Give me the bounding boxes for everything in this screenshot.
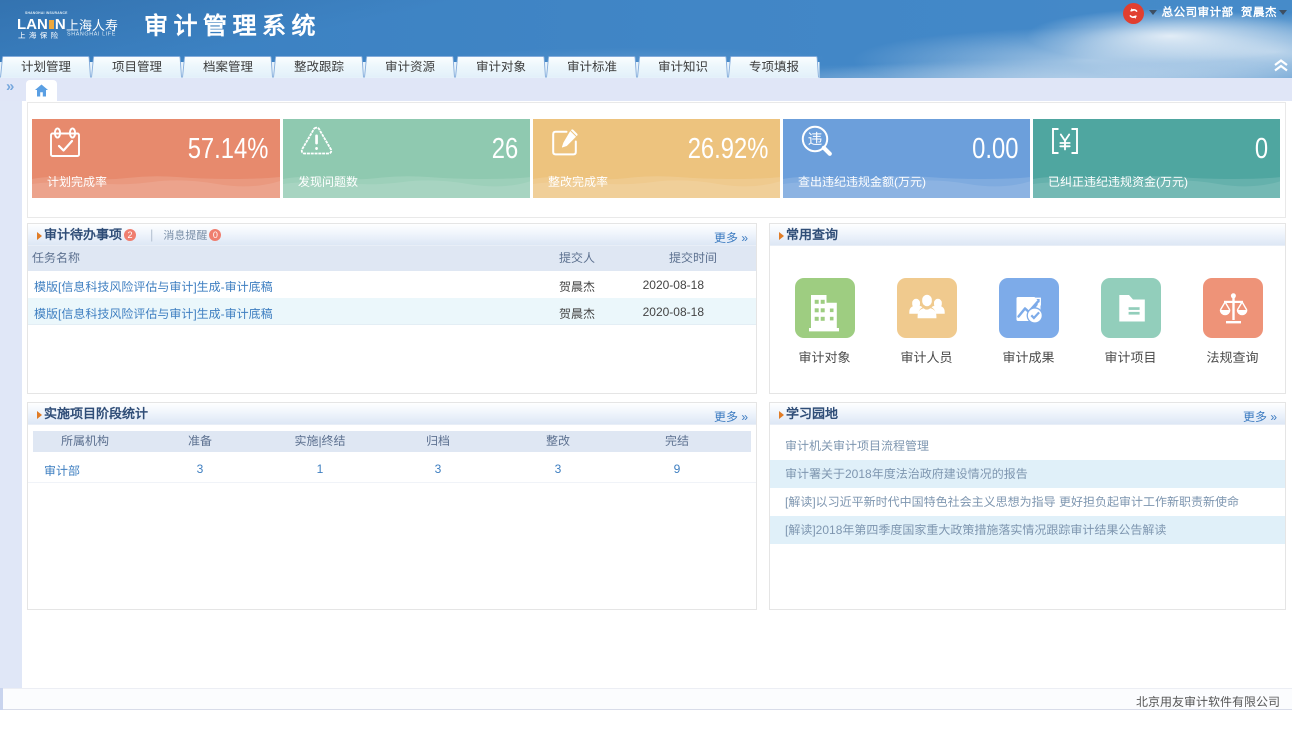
svg-text:违: 违 bbox=[808, 128, 823, 149]
